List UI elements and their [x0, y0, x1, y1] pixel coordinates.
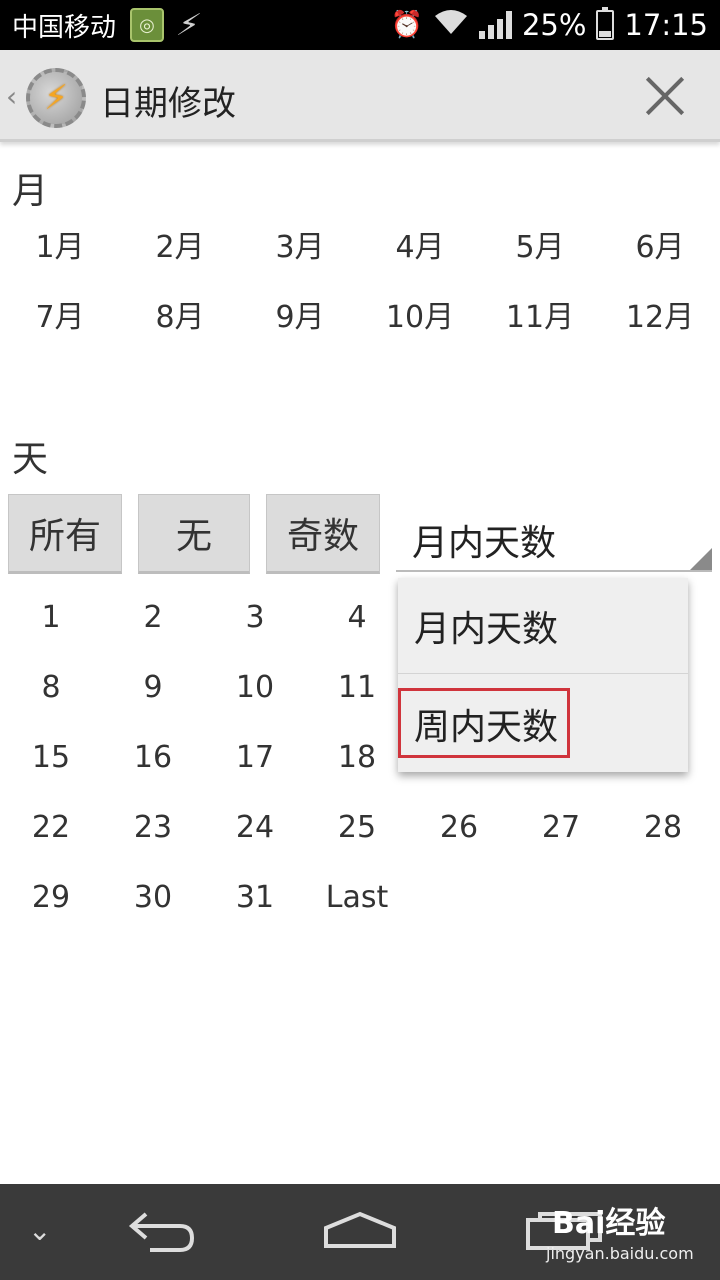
page-title: 日期修改 — [100, 84, 236, 124]
dropdown-option-days-in-week[interactable]: 周内天数 — [398, 676, 688, 772]
spinner-arrow-icon — [690, 548, 712, 570]
day-mode-dropdown: 月内天数 周内天数 — [398, 578, 688, 772]
month-item[interactable]: 6月 — [600, 226, 720, 270]
back-chevron-icon[interactable]: ‹ — [6, 80, 17, 113]
day-item[interactable]: 30 — [102, 876, 204, 920]
day-item[interactable]: 22 — [0, 806, 102, 850]
watermark-logo: Bai经验 — [552, 1206, 666, 1241]
status-bar-left: 中国移动 ◎ ⚡ — [12, 0, 204, 50]
day-section-label: 天 — [12, 439, 49, 480]
day-item[interactable]: 26 — [408, 806, 510, 850]
title-bar: ‹ ⚡ 日期修改 — [0, 50, 720, 142]
watermark-url: jingyan.baidu.com — [546, 1244, 694, 1263]
month-grid: 1月 2月 3月 4月 5月 6月 7月 8月 9月 10月 11月 12月 — [0, 226, 720, 340]
day-mode-spinner[interactable]: 月内天数 — [396, 494, 712, 572]
day-item[interactable]: 31 — [204, 876, 306, 920]
day-item-last[interactable]: Last — [306, 876, 408, 920]
month-item[interactable]: 5月 — [480, 226, 600, 270]
battery-percent: 25% — [521, 8, 587, 42]
day-item[interactable]: 23 — [102, 806, 204, 850]
none-button[interactable]: 无 — [138, 494, 250, 574]
day-item[interactable]: 8 — [0, 666, 102, 710]
day-item[interactable]: 24 — [204, 806, 306, 850]
close-icon[interactable] — [644, 76, 684, 116]
day-item[interactable]: 3 — [204, 596, 306, 640]
day-item[interactable]: 10 — [204, 666, 306, 710]
day-item[interactable]: 25 — [306, 806, 408, 850]
month-section-label: 月 — [12, 171, 49, 212]
day-item[interactable]: 29 — [0, 876, 102, 920]
home-icon[interactable] — [322, 1210, 398, 1250]
clock: 17:15 — [624, 8, 708, 42]
status-bar: 中国移动 ◎ ⚡ ⏰ 25% 17:15 — [0, 0, 720, 50]
highlight-box — [398, 688, 570, 758]
month-item[interactable]: 3月 — [240, 226, 360, 270]
all-button[interactable]: 所有 — [8, 494, 122, 574]
day-item[interactable]: 2 — [102, 596, 204, 640]
month-item[interactable]: 2月 — [120, 226, 240, 270]
month-item[interactable]: 4月 — [360, 226, 480, 270]
spinner-selected-value: 月内天数 — [412, 523, 557, 564]
day-item[interactable]: 9 — [102, 666, 204, 710]
month-item[interactable]: 8月 — [120, 296, 240, 340]
month-item[interactable]: 12月 — [600, 296, 720, 340]
day-item[interactable]: 27 — [510, 806, 612, 850]
day-item[interactable]: 16 — [102, 736, 204, 780]
app-lightning-gear-icon[interactable]: ⚡ — [26, 68, 86, 128]
notification-app-icon: ◎ — [130, 8, 165, 42]
month-item[interactable]: 10月 — [360, 296, 480, 340]
day-item[interactable]: 4 — [306, 596, 408, 640]
odd-button[interactable]: 奇数 — [266, 494, 380, 574]
carrier-name: 中国移动 — [12, 12, 117, 43]
day-item[interactable]: 28 — [612, 806, 714, 850]
battery-icon — [596, 7, 615, 40]
back-icon[interactable] — [128, 1208, 196, 1256]
signal-icon — [478, 11, 512, 39]
day-item[interactable]: 11 — [306, 666, 408, 710]
month-item[interactable]: 7月 — [0, 296, 120, 340]
month-item[interactable]: 1月 — [0, 226, 120, 270]
dropdown-option-days-in-month[interactable]: 月内天数 — [398, 578, 688, 674]
collapse-icon[interactable]: ⌄ — [28, 1214, 51, 1247]
day-item[interactable]: 18 — [306, 736, 408, 780]
day-item[interactable]: 15 — [0, 736, 102, 780]
day-item[interactable]: 17 — [204, 736, 306, 780]
status-bar-right: ⏰ 25% 17:15 — [391, 0, 708, 50]
navigation-bar: ⌄ Bai经验 jingyan.baidu.com — [0, 1184, 720, 1280]
month-item[interactable]: 9月 — [240, 296, 360, 340]
month-item[interactable]: 11月 — [480, 296, 600, 340]
day-item[interactable]: 1 — [0, 596, 102, 640]
wifi-icon — [433, 8, 469, 43]
flash-icon: ⚡ — [173, 7, 204, 43]
alarm-icon: ⏰ — [390, 10, 423, 40]
